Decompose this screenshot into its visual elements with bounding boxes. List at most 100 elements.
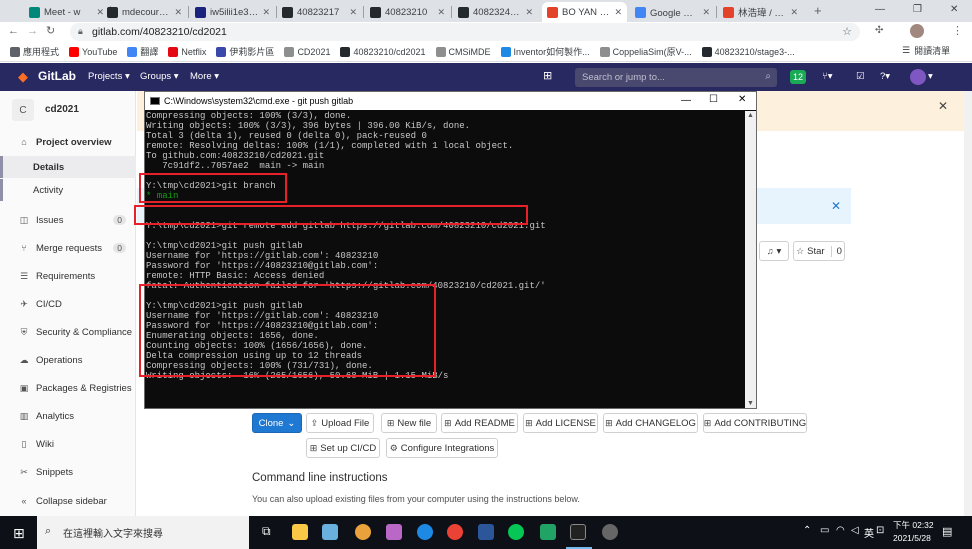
tab-close-icon[interactable]: ✕ [614,7,622,18]
tab-close-icon[interactable]: ✕ [437,7,445,18]
network-icon[interactable]: ▭ [820,525,829,536]
bookmark-item[interactable]: CD2021 [284,46,330,57]
sidebar-item-project-overview[interactable]: ⌂ Project overview [0,131,136,153]
clock-date[interactable]: 2021/5/28 [893,533,931,543]
bookmark-item[interactable]: 翻譯 [127,45,158,58]
user-menu-chevron-icon[interactable]: ▾ [928,71,933,82]
sidebar-item-ci-cd[interactable]: ✈ CI/CD [0,293,136,315]
sidebar-item-analytics[interactable]: ▥ Analytics [0,405,136,427]
help-icon[interactable]: ?▾ [880,71,890,82]
new-file-button[interactable]: ⊞ New file [381,413,437,433]
line-icon[interactable] [508,524,524,540]
bookmark-item[interactable]: YouTube [69,46,117,57]
todo-icon[interactable]: ☑ [856,71,865,82]
chrome-icon[interactable] [447,524,463,540]
page-scrollbar[interactable] [964,91,972,516]
nav-groups[interactable]: Groups ▾ [140,71,179,82]
browser-tab[interactable]: mdecourse/c ✕ [102,2,187,22]
address-bar[interactable]: 🔒︎ gitlab.com/40823210/cd2021 ☆ [70,23,860,41]
tab-close-icon[interactable]: ✕ [702,7,710,18]
tab-close-icon[interactable]: ✕ [525,7,533,18]
back-icon[interactable]: ← [8,25,19,37]
scroll-up-icon[interactable]: ▲ [747,112,754,119]
nav-more[interactable]: More ▾ [190,71,219,82]
sidebar-item-details[interactable]: Details [0,156,136,178]
upload-file-button[interactable]: ⇪ Upload File [306,413,374,433]
task-view-icon[interactable]: ⧉ [262,524,271,539]
clone-button[interactable]: Clone ⌄ [252,413,302,433]
cmd-taskbar-icon[interactable] [570,524,586,540]
user-avatar[interactable] [910,69,926,85]
scroll-down-icon[interactable]: ▼ [747,400,754,407]
minimize-icon[interactable]: — [681,95,691,106]
browser-tab[interactable]: 林浩瑋 / stag ✕ [718,2,803,22]
merge-requests-icon[interactable]: ⑂▾ [822,71,832,82]
clock-time[interactable]: 下午 02:32 [893,519,934,531]
bookmark-item[interactable]: 伊莉影片區 [216,45,274,58]
word-icon[interactable] [478,524,494,540]
tab-close-icon[interactable]: ✕ [349,7,357,18]
sidebar-item-security-compliance[interactable]: ⛨ Security & Compliance [0,321,136,343]
tab-close-icon[interactable]: ✕ [790,7,798,18]
edge-icon[interactable] [417,524,433,540]
cmd-scrollbar[interactable]: ▲ ▼ [745,111,756,408]
close-icon[interactable]: ✕ [938,99,948,113]
gitlab-logo-text[interactable]: GitLab [38,69,76,83]
app-taskbar-icon[interactable] [602,524,618,540]
paint-icon[interactable] [386,524,402,540]
gitlab-tanuki-icon[interactable]: ◆ [18,69,28,85]
ime-indicator[interactable]: 英 [864,525,874,540]
bookmark-item[interactable]: 40823210/cd2021 [340,46,426,57]
browser-tab[interactable]: 40823217 ✕ [277,2,362,22]
bookmark-item[interactable]: CoppeliaSim(原V-... [599,45,692,58]
close-alert-icon[interactable]: ✕ [831,199,841,213]
file-explorer-icon[interactable] [292,524,308,540]
bookmark-item[interactable]: 40823210/stage3-... [701,46,795,57]
sidebar-item-snippets[interactable]: ✂ Snippets [0,461,136,483]
set-up-ci-cd-button[interactable]: ⊞ Set up CI/CD [306,438,380,458]
bookmark-item[interactable]: 應用程式 [10,45,59,58]
ime-mode-icon[interactable]: ⊡ [876,525,884,536]
nav-projects[interactable]: Projects ▾ [88,71,130,82]
windows-start-icon[interactable]: ⊞ [13,525,25,542]
sidebar-item-activity[interactable]: Activity [0,179,136,201]
notepad-icon[interactable] [322,524,338,540]
maximize-icon[interactable]: ☐ [709,94,718,105]
browser-tab[interactable]: iw5ilii1e3l0 - ✕ [190,2,275,22]
notification-button[interactable]: ♫ ▾ [759,241,789,261]
add-changelog-button[interactable]: ⊞ Add CHANGELOG [603,413,698,433]
close-window-icon[interactable]: ✕ [738,94,746,105]
plus-icon[interactable]: ⊞ [543,69,552,82]
sidebar-item-wiki[interactable]: ▯ Wiki [0,433,136,455]
add-readme-button[interactable]: ⊞ Add README [441,413,518,433]
sidebar-item-operations[interactable]: ☁ Operations [0,349,136,371]
browser-tab[interactable]: Meet - w ✕ [24,2,109,22]
extensions-icon[interactable]: ✣ [875,25,883,36]
project-avatar[interactable]: C [12,99,34,121]
forward-icon[interactable]: → [27,25,38,37]
volume-icon[interactable]: ◁ [851,525,859,536]
project-name[interactable]: cd2021 [45,104,79,115]
sidebar-item-issues[interactable]: ◫ Issues 0 [0,209,136,231]
browser-tab[interactable]: 40823210 ✕ [365,2,450,22]
bookmark-item[interactable]: Inventor如何製作... [500,45,590,58]
browser-tab[interactable]: Google 翻譯 ✕ [630,2,715,22]
sidebar-item-packages-registries[interactable]: ▣ Packages & Registries [0,377,136,399]
reading-list[interactable]: ☰ 閱讀清單 [902,44,950,57]
search-input[interactable]: Search or jump to... ⌕ [575,68,777,87]
mr-count-badge[interactable]: 12 [790,70,807,84]
close-browser-icon[interactable]: ✕ [950,4,958,15]
menu-icon[interactable]: ⋮ [952,24,963,37]
tab-close-icon[interactable]: ✕ [262,7,270,18]
bookmark-star-icon[interactable]: ☆ [842,25,852,38]
minimize-window-icon[interactable]: — [875,4,885,15]
star-button[interactable]: ☆ Star 0 [793,241,845,261]
add-contributing-button[interactable]: ⊞ Add CONTRIBUTING [703,413,807,433]
bookmark-item[interactable]: Netflix [168,46,206,57]
reload-icon[interactable]: ↻ [46,24,55,37]
tray-chevron-icon[interactable]: ⌃ [803,525,811,536]
wifi-icon[interactable]: ◠ [836,525,845,536]
collapse-sidebar-button[interactable]: « Collapse sidebar [0,490,136,512]
sidebar-item-requirements[interactable]: ☰ Requirements [0,265,136,287]
restore-window-icon[interactable]: ❐ [913,4,922,15]
